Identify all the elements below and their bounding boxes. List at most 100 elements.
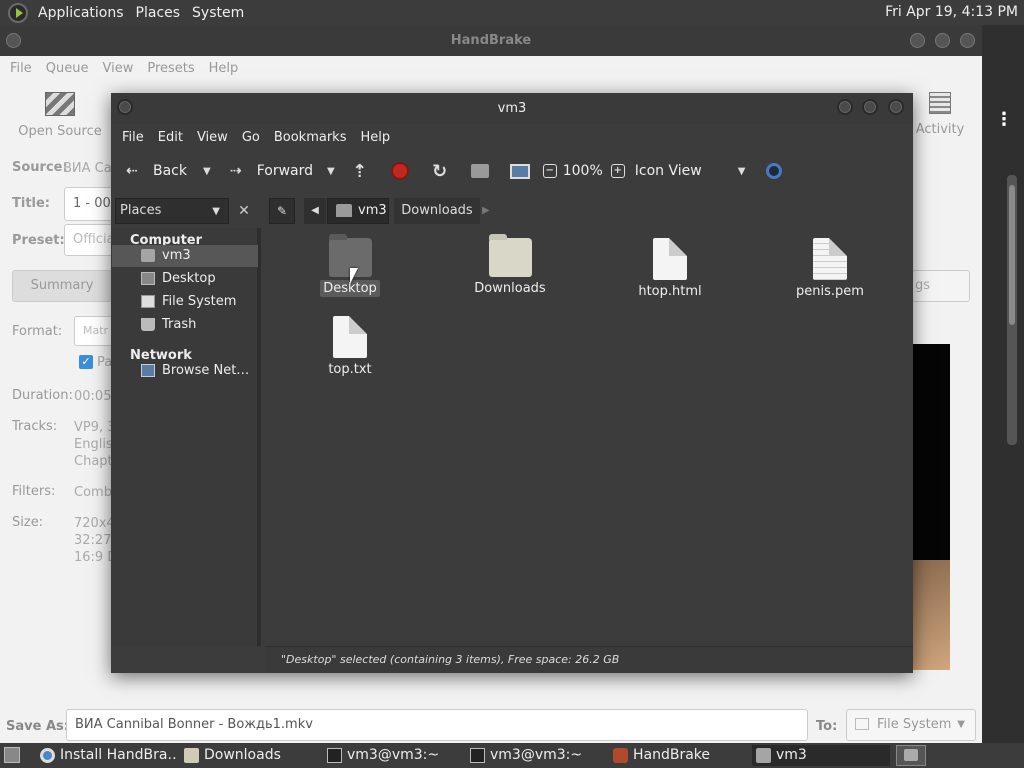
menu-go[interactable]: Go: [235, 130, 267, 145]
view-mode-select[interactable]: Icon View: [635, 163, 702, 179]
passthru-checkbox[interactable]: ✓: [79, 355, 93, 369]
task-vm3[interactable]: vm3: [752, 745, 890, 766]
hb-menu-queue[interactable]: Queue: [39, 61, 96, 76]
chevron-down-icon: ▼: [957, 719, 965, 730]
task-install-handbrake[interactable]: Install HandBra…: [36, 745, 176, 766]
maximize-icon[interactable]: [935, 33, 950, 48]
open-source-label: Open Source: [18, 124, 102, 139]
more-options-icon[interactable]: ⋮: [995, 109, 1013, 130]
file-manager-toolbar: ⇠ Back ▼ ⇢ Forward ▼ ⇡ ↻ − 100% + Icon V…: [111, 151, 913, 191]
breadcrumb-downloads[interactable]: Downloads: [394, 198, 480, 224]
sidebar-item-browse-network[interactable]: Browse Net…: [112, 360, 258, 382]
activity-icon: [929, 92, 951, 114]
format-select[interactable]: Matr: [74, 316, 114, 346]
file-item-desktop[interactable]: Desktop: [290, 234, 410, 297]
bottom-taskbar: Install HandBra… Downloads vm3@vm3:~ vm3…: [0, 743, 1024, 768]
file-manager-titlebar[interactable]: vm3: [111, 93, 913, 124]
forward-arrow-icon[interactable]: ⇢: [225, 160, 247, 182]
path-scroll-left-icon[interactable]: ◀: [304, 198, 326, 224]
task-downloads[interactable]: Downloads: [180, 745, 318, 766]
menu-file[interactable]: File: [115, 130, 151, 145]
text-file-icon: [813, 238, 847, 280]
forward-history-dropdown-icon[interactable]: ▼: [327, 166, 335, 177]
reload-icon[interactable]: ↻: [429, 160, 451, 182]
task-terminal-1[interactable]: vm3@vm3:~: [323, 745, 461, 766]
hb-menu-file[interactable]: File: [3, 61, 39, 76]
back-button[interactable]: Back: [153, 163, 187, 179]
distro-logo-icon[interactable]: [8, 2, 28, 23]
file-item-top-txt[interactable]: top.txt: [290, 316, 410, 377]
path-scroll-right-icon[interactable]: ▶: [482, 198, 496, 224]
home-icon[interactable]: [469, 160, 491, 182]
hb-menu-presets[interactable]: Presets: [140, 61, 201, 76]
task-handbrake[interactable]: HandBrake: [609, 745, 747, 766]
file-item-penis-pem[interactable]: penis.pem: [770, 238, 890, 299]
stop-icon[interactable]: [389, 160, 411, 182]
menu-help[interactable]: Help: [353, 130, 397, 145]
home-icon: [141, 249, 155, 262]
back-arrow-icon[interactable]: ⇠: [121, 160, 143, 182]
up-arrow-icon[interactable]: ⇡: [349, 160, 371, 182]
menu-bookmarks[interactable]: Bookmarks: [267, 130, 354, 145]
task-label: HandBrake: [633, 747, 711, 763]
zoom-in-icon[interactable]: +: [607, 160, 629, 182]
top-panel: Applications Places System Fri Apr 19, 4…: [0, 0, 1024, 25]
file-item-downloads[interactable]: Downloads: [450, 234, 570, 296]
handbrake-titlebar: HandBrake: [0, 25, 982, 56]
open-source-button[interactable]: Open Source: [18, 92, 102, 139]
filters-value: Comb: [74, 485, 112, 500]
window-menu-icon[interactable]: [6, 33, 21, 48]
size-label: Size:: [12, 515, 44, 530]
close-icon[interactable]: [960, 33, 975, 48]
menu-edit[interactable]: Edit: [151, 130, 190, 145]
task-label: vm3@vm3:~: [347, 747, 440, 763]
sidebar-mode-select[interactable]: Places ▼: [115, 198, 229, 224]
video-preview: [912, 344, 950, 670]
activity-label: Activity: [915, 122, 965, 137]
minimize-icon[interactable]: [837, 99, 853, 115]
workspace-switcher[interactable]: [896, 745, 926, 766]
tracks-label: Tracks:: [12, 419, 58, 434]
clapperboard-icon: [45, 92, 75, 116]
hb-menu-view[interactable]: View: [95, 61, 140, 76]
view-mode-dropdown-icon[interactable]: ▼: [738, 166, 746, 177]
file-item-htop-html[interactable]: htop.html: [610, 238, 730, 299]
sidebar-item-trash[interactable]: Trash: [112, 314, 258, 336]
breadcrumb-vm3[interactable]: vm3: [327, 198, 389, 224]
sidebar-item-file-system[interactable]: File System: [112, 291, 258, 313]
tab-summary[interactable]: Summary: [12, 270, 112, 302]
sidebar-item-label: File System: [162, 294, 237, 309]
destination-value: File System: [877, 717, 952, 732]
status-bar: "Desktop" selected (containing 3 items),…: [265, 646, 913, 673]
activity-button[interactable]: Activity: [912, 92, 968, 137]
sidebar-item-desktop[interactable]: Desktop: [112, 268, 258, 290]
home-icon: [336, 204, 352, 217]
clock[interactable]: Fri Apr 19, 4:13 PM: [885, 4, 1018, 20]
zoom-out-icon[interactable]: −: [539, 160, 561, 182]
file-icon-view[interactable]: Desktop Downloads htop.html penis.pem to…: [265, 228, 913, 646]
applications-menu[interactable]: Applications: [32, 5, 130, 21]
show-desktop-icon[interactable]: [4, 747, 20, 763]
window-menu-icon[interactable]: [117, 99, 133, 115]
sidebar-item-vm3[interactable]: vm3: [112, 245, 258, 267]
close-sidebar-icon[interactable]: ✕: [232, 198, 256, 224]
location-bar: Places ▼ ✕ ✎ ◀ vm3 Downloads ▶: [111, 194, 913, 228]
maximize-icon[interactable]: [862, 99, 878, 115]
computer-icon[interactable]: [509, 160, 531, 182]
tab-tags[interactable]: gs: [912, 270, 970, 302]
system-menu[interactable]: System: [186, 5, 250, 21]
zoom-level[interactable]: 100%: [563, 163, 603, 179]
save-as-input[interactable]: ВИА Cannibal Bonner - Вождь1.mkv: [66, 709, 808, 741]
hb-menu-help[interactable]: Help: [202, 61, 246, 76]
back-history-dropdown-icon[interactable]: ▼: [203, 166, 211, 177]
edit-location-icon[interactable]: ✎: [269, 198, 295, 224]
scrollbar-thumb[interactable]: [1009, 185, 1015, 325]
places-menu[interactable]: Places: [130, 5, 187, 21]
close-icon[interactable]: [888, 99, 904, 115]
forward-button[interactable]: Forward: [257, 163, 313, 179]
minimize-icon[interactable]: [910, 33, 925, 48]
destination-select[interactable]: File System ▼: [846, 709, 976, 741]
menu-view[interactable]: View: [190, 130, 235, 145]
search-icon[interactable]: [763, 160, 785, 182]
task-terminal-2[interactable]: vm3@vm3:~: [466, 745, 604, 766]
